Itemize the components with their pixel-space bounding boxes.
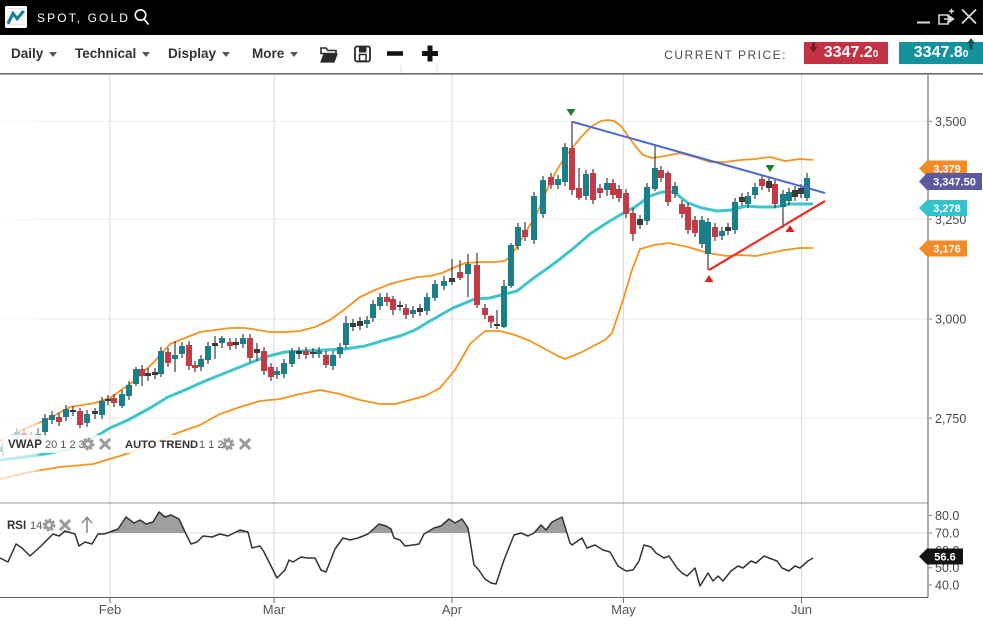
svg-text:70.0: 70.0 (935, 527, 959, 541)
svg-text:Mar: Mar (263, 602, 286, 617)
svg-text:1 1 2: 1 1 2 (199, 439, 223, 451)
svg-text:May: May (611, 602, 636, 617)
svg-text:2,750: 2,750 (935, 412, 966, 426)
svg-text:Feb: Feb (99, 602, 121, 617)
svg-text:AUTO TREND: AUTO TREND (125, 439, 198, 451)
svg-text:20 1 2 3: 20 1 2 3 (45, 439, 85, 451)
svg-text:Jun: Jun (791, 602, 812, 617)
svg-text:RSI: RSI (7, 520, 26, 532)
svg-text:56.6: 56.6 (934, 552, 955, 564)
svg-text:14: 14 (30, 520, 42, 532)
svg-text:3,000: 3,000 (935, 313, 966, 327)
svg-text:3,278: 3,278 (933, 203, 961, 215)
svg-text:3,347.50: 3,347.50 (933, 177, 976, 189)
svg-text:3,176: 3,176 (933, 244, 961, 256)
svg-text:3,500: 3,500 (935, 115, 966, 129)
svg-text:Apr: Apr (442, 602, 463, 617)
svg-text:40.0: 40.0 (935, 579, 959, 593)
svg-text:VWAP: VWAP (8, 439, 42, 451)
svg-text:80.0: 80.0 (935, 509, 959, 523)
